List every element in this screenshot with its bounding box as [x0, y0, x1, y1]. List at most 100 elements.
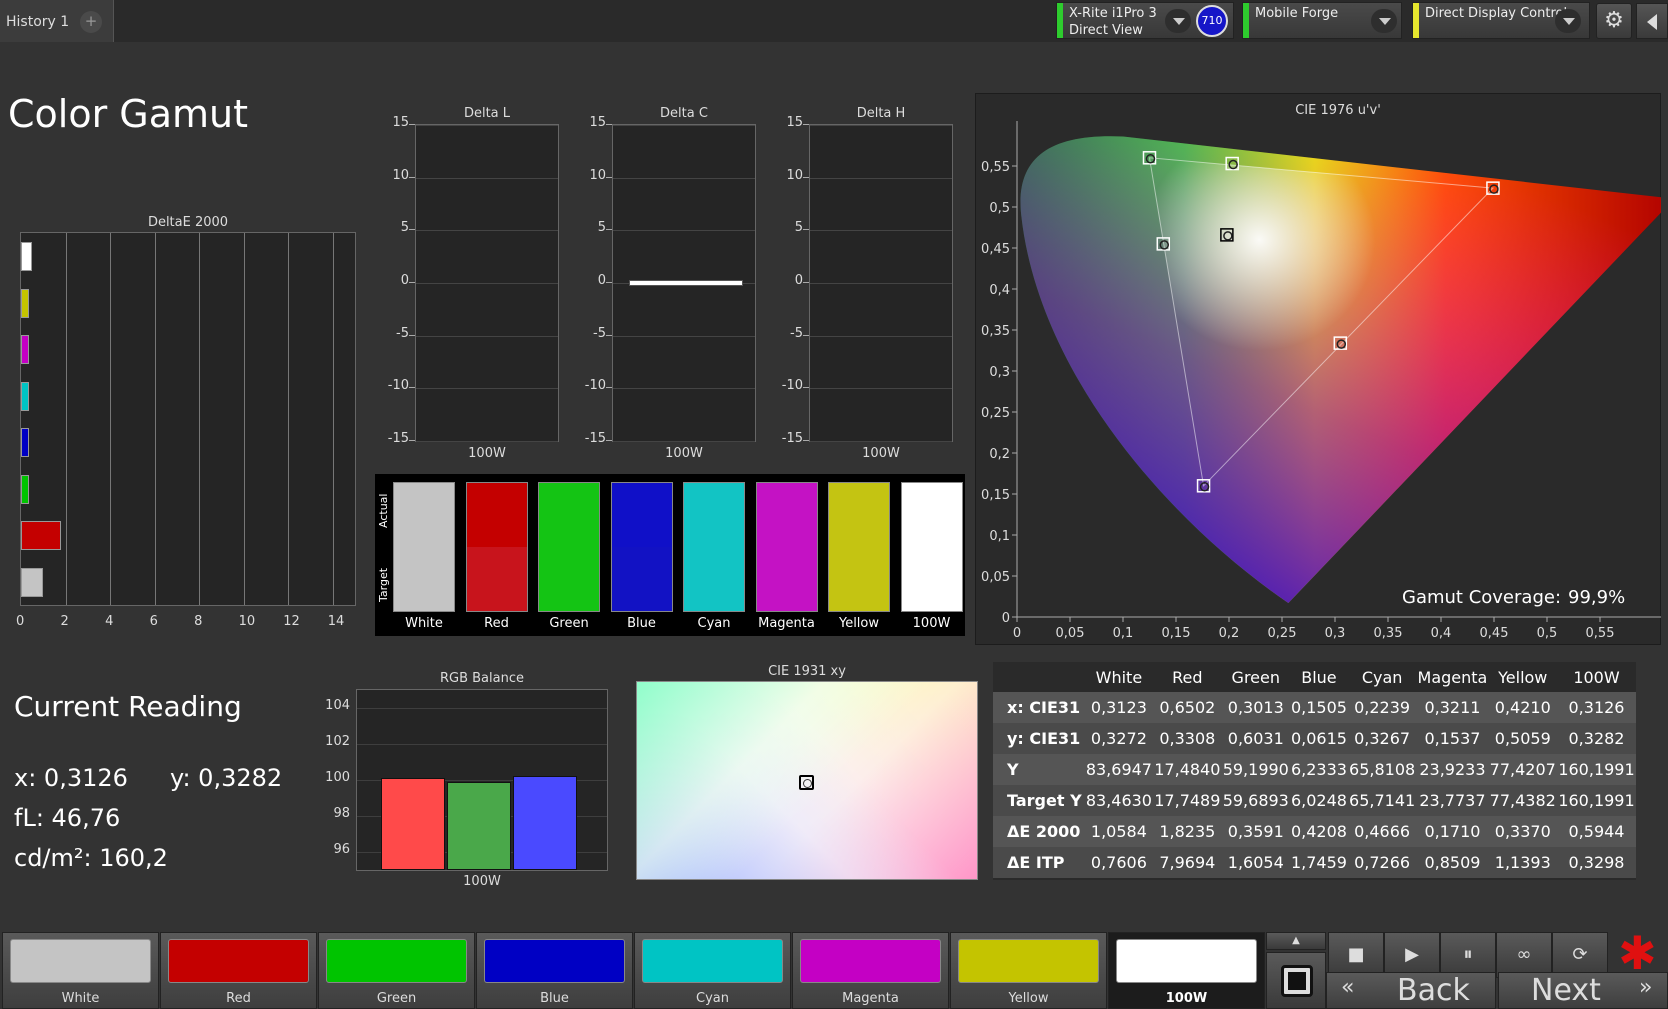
chevron-down-icon[interactable] — [1371, 9, 1397, 33]
deltae-bar-100w — [21, 567, 44, 597]
gridline — [810, 441, 952, 442]
patch-color — [800, 939, 941, 983]
y-tick-label: -15 — [781, 431, 803, 446]
x-tick-label: 14 — [327, 614, 345, 629]
actual-label: Actual — [377, 493, 390, 528]
gridline — [416, 230, 558, 232]
table-cell: 0,7266 — [1347, 847, 1417, 878]
gridline — [613, 125, 755, 126]
tick-mark — [409, 124, 415, 125]
y-tick-label: 0 — [597, 273, 606, 288]
gridline — [810, 177, 952, 179]
table-cell: 0,7606 — [1084, 847, 1154, 878]
row-header: ΔE ITP — [993, 847, 1085, 878]
tick-mark — [803, 176, 809, 178]
patch-label: White — [61, 991, 100, 1006]
table-cell: 0,3013 — [1221, 692, 1290, 723]
swatch-label: Magenta — [758, 616, 815, 631]
patch-button-100w[interactable]: 100W — [1108, 932, 1265, 1009]
patch-label: Green — [376, 991, 417, 1006]
tick-mark — [803, 440, 809, 441]
chevron-down-icon[interactable] — [1165, 9, 1191, 33]
column-header: Magenta — [1417, 667, 1488, 687]
swatch-target — [539, 547, 599, 611]
swatch-actual — [466, 483, 527, 547]
gear-icon[interactable]: ⚙ — [1596, 3, 1632, 39]
patch-button-magenta[interactable]: Magenta — [792, 932, 949, 1009]
patch-button-cyan[interactable]: Cyan — [634, 932, 791, 1009]
column-header: White — [1095, 667, 1143, 687]
gridline — [810, 230, 952, 232]
x-tick-label: 0,15 — [1162, 626, 1191, 641]
deltae-bar-white — [21, 242, 33, 272]
table-cell: 0,1505 — [1290, 692, 1348, 723]
next-button[interactable]: Next » — [1498, 972, 1668, 1009]
tick-mark — [606, 124, 612, 125]
row-header: x: CIE31 — [993, 692, 1085, 723]
tab-history-1[interactable]: History 1 + — [0, 0, 114, 42]
patch-color — [10, 939, 151, 983]
stop-measurement-button[interactable] — [1266, 952, 1326, 1009]
delta-chart-title: Delta H — [856, 106, 906, 121]
y-tick-label: 5 — [794, 220, 803, 236]
row-header: ΔE 2000 — [993, 816, 1085, 847]
y-tick-label: 10 — [392, 167, 409, 183]
row-header: y: CIE31 — [993, 723, 1085, 754]
y-tick-label: 0,15 — [981, 488, 1010, 503]
deltae-bar-blue — [21, 428, 29, 458]
delta-chart-title: Delta L — [463, 106, 511, 121]
column-header: Yellow — [1498, 667, 1548, 687]
row-header: Target Y — [993, 785, 1085, 816]
swatch-target — [756, 547, 817, 611]
patch-button-yellow[interactable]: Yellow — [950, 932, 1107, 1009]
add-tab-button[interactable]: + — [80, 11, 102, 33]
y-tick-label: 5 — [400, 220, 409, 236]
table-cell: 0,3211 — [1416, 692, 1489, 723]
pattern-generator-selector[interactable]: Mobile Forge — [1242, 2, 1402, 39]
swatch-label: 100W — [912, 616, 951, 631]
deltae-bar-yellow — [21, 288, 29, 318]
swatch-target — [901, 547, 962, 611]
table-cell: 1,1393 — [1488, 847, 1557, 878]
patch-color — [1116, 939, 1257, 983]
status-indicator — [1243, 3, 1249, 38]
chevron-down-icon[interactable] — [1555, 9, 1581, 33]
display-control-selector[interactable]: Direct Display Control — [1412, 2, 1590, 39]
patch-color — [326, 939, 467, 983]
x-tick-label: 0,45 — [1480, 626, 1509, 641]
generator-name: Mobile Forge — [1255, 6, 1339, 21]
chevron-up-icon[interactable]: ▲ — [1266, 932, 1326, 950]
swatch-comparison: Actual Target White Red Green Blue Cyan Magen… — [375, 474, 965, 636]
table-cell: 0,3591 — [1221, 816, 1290, 847]
patch-button-white[interactable]: White — [2, 932, 159, 1009]
swatch-label: Cyan — [697, 616, 731, 631]
tick-mark — [606, 176, 612, 178]
column-header: Blue — [1301, 667, 1337, 687]
rgb-balance-x-label: 100W — [463, 874, 501, 889]
swatch-red — [465, 482, 528, 612]
gridline — [810, 335, 952, 337]
patch-button-red[interactable]: Red — [160, 932, 317, 1009]
patch-button-blue[interactable]: Blue — [476, 932, 633, 1009]
table-cell: 0,3272 — [1084, 723, 1154, 754]
patch-button-green[interactable]: Green — [318, 932, 475, 1009]
delta-chart-delta-h — [809, 124, 953, 442]
table-cell: 6,2333 — [1290, 754, 1348, 785]
x-tick-label: 0,1 — [1113, 626, 1134, 641]
collapse-panel-icon[interactable] — [1636, 3, 1668, 39]
swatch-magenta — [755, 482, 818, 612]
deltae-x-axis: 0 2 4 6 8 10 12 14 — [16, 614, 356, 632]
patch-color — [642, 939, 783, 983]
column-header — [993, 662, 1085, 692]
back-button[interactable]: « Back — [1326, 972, 1496, 1009]
back-label: Back — [1397, 973, 1470, 1008]
cie1976-diagram: 0,55 0,5 0,45 0,4 0,35 0,3 0,25 0,2 0,15 0,1 0,05 0… — [981, 121, 1661, 641]
table-cell: 65,8108 — [1347, 754, 1417, 785]
deltae-bar-green — [21, 474, 29, 504]
meter-badge[interactable]: 710 — [1196, 5, 1228, 37]
x-tick-label: 0,25 — [1268, 626, 1297, 641]
patch-label: Red — [226, 991, 251, 1006]
gridline — [154, 233, 156, 605]
swatch-actual — [539, 483, 599, 547]
gridline — [416, 177, 558, 179]
